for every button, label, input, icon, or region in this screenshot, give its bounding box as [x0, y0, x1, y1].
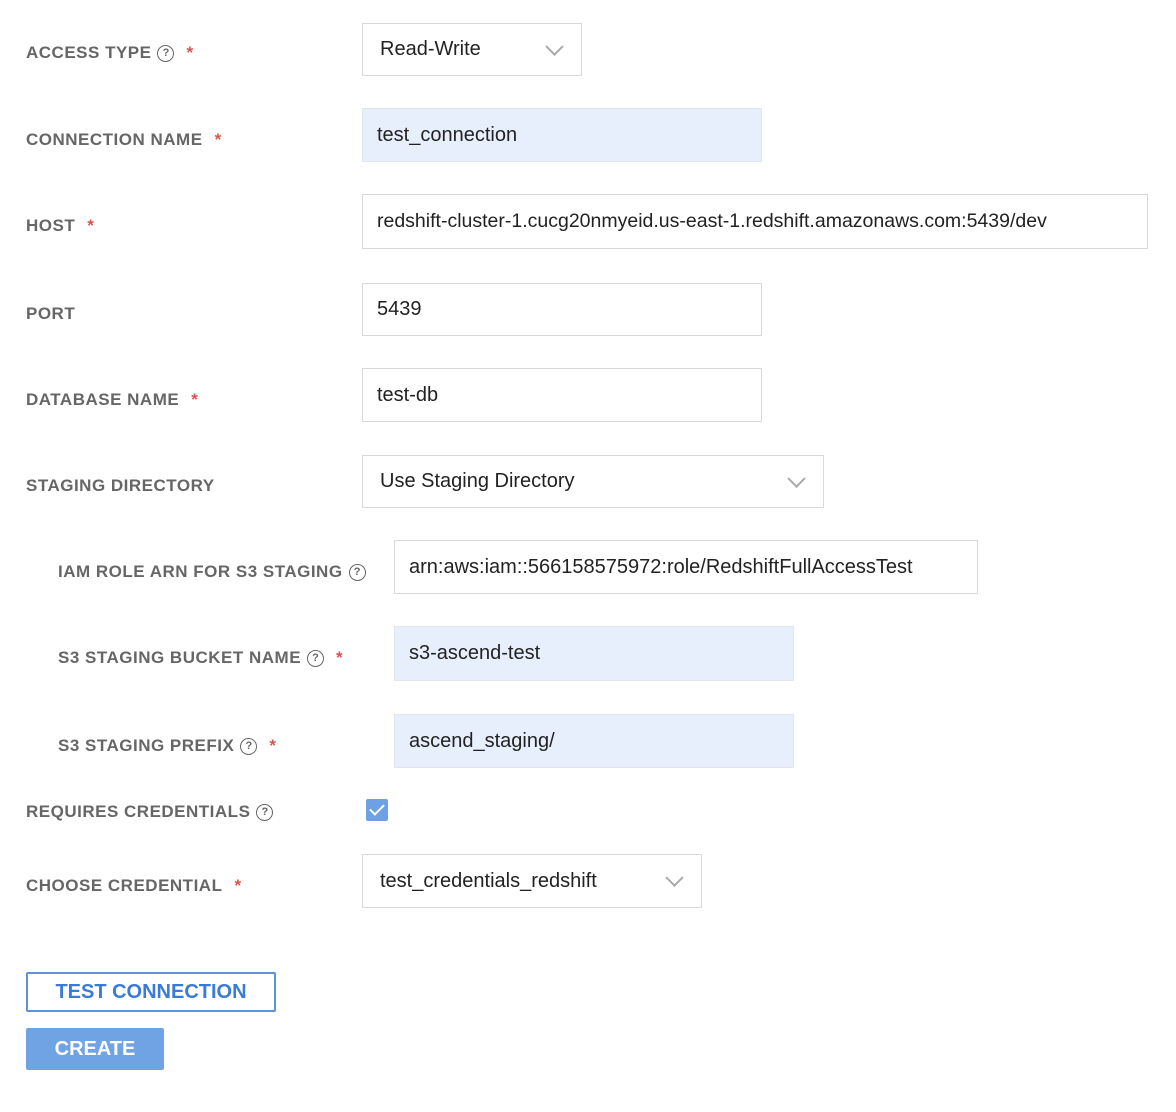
question-circle-icon[interactable]: ? [240, 737, 258, 755]
required-marker: * [87, 216, 95, 235]
s3-bucket-name-label: S3 STAGING BUCKET NAME ? * [58, 648, 344, 667]
access-type-select[interactable]: Read-Write [362, 23, 582, 76]
question-circle-icon[interactable]: ? [157, 44, 175, 62]
s3-prefix-input[interactable]: ascend_staging/ [394, 714, 794, 768]
requires-credentials-label: REQUIRES CREDENTIALS ? [26, 802, 274, 822]
required-marker: * [191, 390, 199, 409]
host-label: HOST * [26, 216, 95, 235]
s3-bucket-name-input[interactable]: s3-ascend-test [394, 626, 794, 681]
question-circle-icon[interactable]: ? [256, 803, 274, 821]
connection-name-input[interactable]: test_connection [362, 108, 762, 162]
chevron-down-icon [665, 868, 684, 887]
iam-role-arn-input[interactable]: arn:aws:iam::566158575972:role/RedshiftF… [394, 540, 978, 594]
required-marker: * [269, 736, 277, 755]
question-circle-icon[interactable]: ? [348, 563, 366, 581]
port-input[interactable]: 5439 [362, 283, 762, 336]
required-marker: * [336, 648, 344, 667]
question-circle-icon[interactable]: ? [307, 649, 325, 667]
host-input[interactable]: redshift-cluster-1.cucg20nmyeid.us-east-… [362, 194, 1148, 249]
chevron-down-icon [545, 37, 564, 56]
chevron-down-icon [787, 469, 806, 488]
create-button[interactable]: CREATE [26, 1028, 164, 1070]
test-connection-button[interactable]: TEST CONNECTION [26, 972, 276, 1012]
iam-role-arn-label: IAM ROLE ARN FOR S3 STAGING ? [58, 562, 366, 582]
choose-credential-select[interactable]: test_credentials_redshift [362, 854, 702, 908]
database-name-label: DATABASE NAME * [26, 390, 199, 409]
required-marker: * [234, 876, 242, 895]
s3-prefix-label: S3 STAGING PREFIX ? * [58, 736, 277, 755]
choose-credential-label: CHOOSE CREDENTIAL * [26, 876, 242, 895]
requires-credentials-checkbox[interactable] [366, 799, 388, 821]
access-type-label: ACCESS TYPE ? * [26, 43, 194, 62]
connection-name-label: CONNECTION NAME * [26, 130, 222, 149]
staging-directory-label: STAGING DIRECTORY [26, 476, 215, 495]
port-label: PORT [26, 304, 76, 323]
required-marker: * [186, 43, 194, 62]
required-marker: * [214, 130, 222, 149]
database-name-input[interactable]: test-db [362, 368, 762, 422]
staging-directory-select[interactable]: Use Staging Directory [362, 455, 824, 508]
